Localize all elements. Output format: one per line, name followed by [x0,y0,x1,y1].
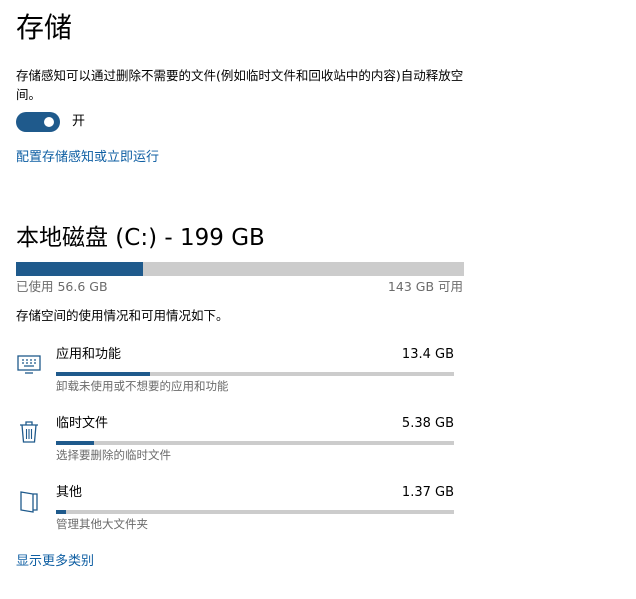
category-usage-fill [56,510,66,514]
category-usage-bar [56,441,454,445]
trash-icon [16,419,42,445]
drive-title: 本地磁盘 (C:) - 199 GB [16,225,265,251]
category-size: 5.38 GB [401,416,454,431]
category-size: 1.37 GB [401,485,454,500]
category-usage-fill [56,441,94,445]
page-title: 存储 [16,11,73,44]
drive-usage-bar [16,262,464,276]
category-apps[interactable]: 应用和功能 13.4 GB 卸载未使用或不想要的应用和功能 [0,340,636,398]
drive-usage-fill [16,262,144,276]
storage-sense-toggle[interactable] [16,112,60,132]
category-description: 管理其他大文件夹 [56,517,148,531]
category-usage-bar [56,510,454,514]
category-size: 13.4 GB [401,347,454,362]
category-name: 应用和功能 [56,347,122,362]
category-description: 选择要删除的临时文件 [56,448,171,462]
drive-free-label: 143 GB 可用 [387,279,463,294]
monitor-icon [16,350,42,376]
category-usage-fill [56,372,151,376]
usage-info-text: 存储空间的使用情况和可用情况如下。 [16,308,229,323]
show-more-categories-link[interactable]: 显示更多类别 [16,553,94,571]
drive-used-label: 已使用 56.6 GB [16,279,108,294]
category-usage-bar [56,372,454,376]
category-name: 临时文件 [56,416,109,431]
storage-sense-description: 存储感知可以通过删除不需要的文件(例如临时文件和回收站中的内容)自动释放空间。 [16,68,464,102]
category-other[interactable]: 其他 1.37 GB 管理其他大文件夹 [0,478,636,536]
category-temp-files[interactable]: 临时文件 5.38 GB 选择要删除的临时文件 [0,409,636,467]
configure-storage-sense-link[interactable]: 配置存储感知或立即运行 [16,149,159,167]
toggle-knob [44,117,54,127]
toggle-state-label: 开 [72,114,86,129]
book-icon [16,488,42,514]
category-description: 卸载未使用或不想要的应用和功能 [56,379,229,393]
category-name: 其他 [56,485,83,500]
